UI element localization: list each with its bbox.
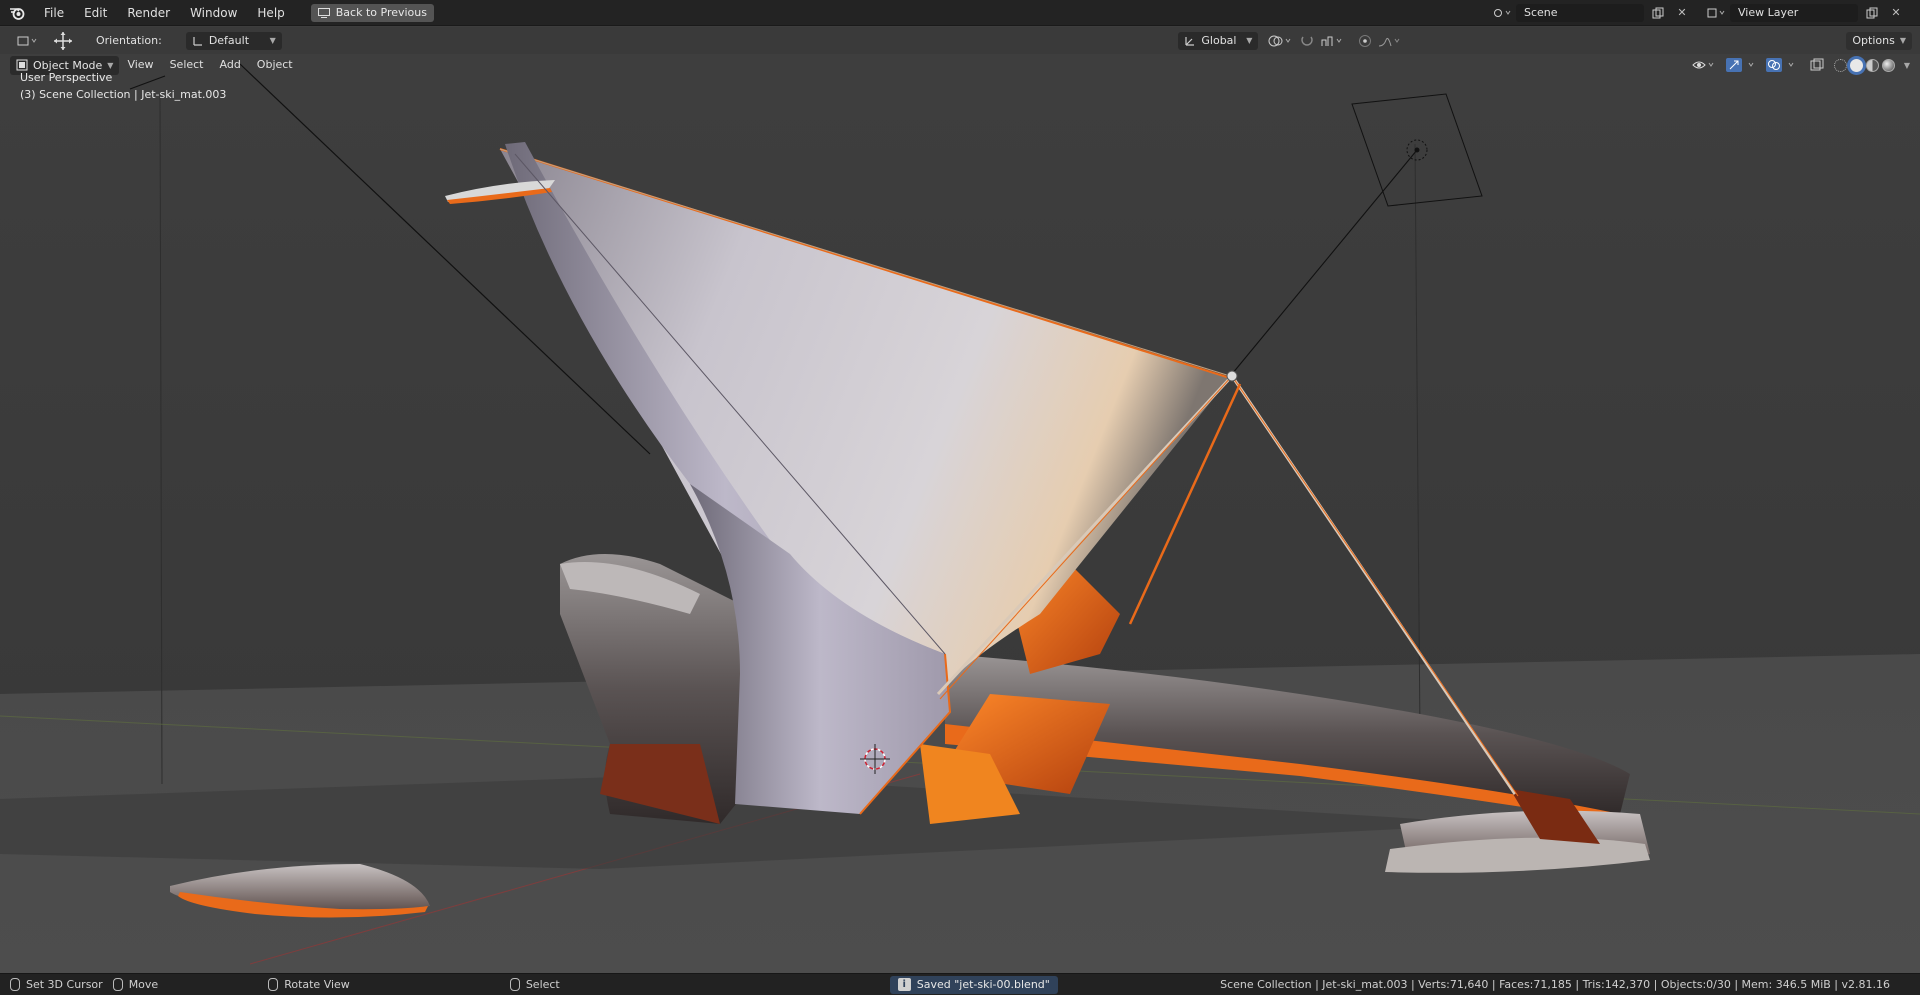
transform-orientation-dropdown[interactable]: Global ▼: [1178, 31, 1259, 50]
snap-element-icon[interactable]: [1318, 31, 1348, 51]
move-tool-icon[interactable]: [48, 31, 78, 51]
orientation-dropdown[interactable]: Default ▼: [185, 31, 282, 50]
transform-space-value: Global: [1201, 34, 1237, 47]
scene-name-field[interactable]: Scene: [1516, 3, 1644, 22]
chevron-down-icon: ▼: [107, 60, 114, 70]
solid-shading-icon[interactable]: [1849, 58, 1863, 72]
xray-toggle-icon[interactable]: [1806, 55, 1828, 75]
status-bar: Set 3D Cursor Move Rotate View Select i …: [0, 973, 1920, 995]
visibility-icon[interactable]: [1690, 55, 1718, 75]
screen-icon: [317, 7, 330, 18]
chevron-down-icon: ▼: [1246, 36, 1253, 45]
blender-logo-icon[interactable]: [0, 0, 34, 26]
material-shading-icon[interactable]: [1865, 58, 1879, 72]
menu-render[interactable]: Render: [117, 0, 180, 26]
viewport-menu-select[interactable]: Select: [162, 54, 212, 76]
mouse-middle-icon: [268, 978, 279, 991]
proportional-edit-icon[interactable]: [1354, 31, 1376, 51]
scene-statistics: Scene Collection | Jet-ski_mat.003 | Ver…: [1220, 978, 1890, 991]
wireframe-shading-icon[interactable]: [1833, 58, 1847, 72]
orientation-value: Default: [208, 34, 250, 47]
view-layer-selector: View Layer ✕: [1706, 3, 1906, 22]
mouse-right-icon: [509, 978, 520, 991]
mouse-drag-icon: [112, 978, 123, 991]
shading-mode-group: ▼: [1833, 58, 1910, 72]
menu-file[interactable]: File: [34, 0, 74, 26]
axis-icon: [193, 36, 202, 46]
tool-settings-bar: Orientation: Default ▼ Global ▼ Options …: [0, 27, 1920, 54]
viewport-menu-object[interactable]: Object: [249, 54, 301, 76]
view-layer-copy-icon[interactable]: [1862, 4, 1882, 22]
saved-message: Saved "jet-ski-00.blend": [916, 978, 1050, 991]
scene-close-icon[interactable]: ✕: [1672, 4, 1692, 22]
viewport-canvas[interactable]: [0, 54, 1920, 973]
editor-type-icon[interactable]: [8, 31, 48, 51]
overlays-toggle-icon[interactable]: [1764, 55, 1800, 75]
gizmo-toggle-icon[interactable]: [1724, 55, 1760, 75]
top-bar: File Edit Render Window Help Back to Pre…: [0, 0, 1920, 26]
status-select: Select: [500, 978, 560, 991]
rendered-shading-icon[interactable]: [1881, 58, 1895, 72]
options-dropdown[interactable]: Options ▼: [1846, 31, 1912, 50]
status-move: Move: [103, 978, 159, 991]
status-rotate-label: Rotate View: [284, 978, 350, 991]
orientation-label: Orientation:: [96, 34, 162, 47]
object-mode-icon: [16, 59, 28, 71]
viewport-menu-add[interactable]: Add: [212, 54, 249, 76]
menu-window[interactable]: Window: [180, 0, 247, 26]
scene-selector: Scene ✕: [1492, 3, 1692, 22]
global-axis-icon: [1185, 36, 1195, 46]
status-rotate: Rotate View: [258, 978, 350, 991]
back-to-previous-label: Back to Previous: [335, 6, 427, 19]
chevron-down-icon: ▼: [269, 36, 276, 45]
3d-viewport[interactable]: Object Mode ▼ View Select Add Object ▼ U…: [0, 54, 1920, 973]
active-collection-label: (3) Scene Collection | Jet-ski_mat.003: [20, 88, 227, 101]
status-set-cursor: Set 3D Cursor: [0, 978, 103, 991]
viewport-header: Object Mode ▼ View Select Add Object ▼: [0, 54, 1920, 76]
view-layer-close-icon[interactable]: ✕: [1886, 4, 1906, 22]
mouse-left-icon: [10, 978, 20, 991]
snap-toggle-icon[interactable]: [1296, 31, 1318, 51]
object-mode-label: Object Mode: [33, 58, 103, 72]
saved-notification[interactable]: i Saved "jet-ski-00.blend": [889, 975, 1058, 994]
falloff-icon[interactable]: [1376, 31, 1406, 51]
menu-edit[interactable]: Edit: [74, 0, 117, 26]
shading-options-chevron-icon[interactable]: ▼: [1904, 61, 1910, 70]
view-layer-name-field[interactable]: View Layer: [1730, 3, 1858, 22]
view-perspective-label: User Perspective: [20, 71, 113, 84]
status-select-label: Select: [525, 978, 560, 991]
options-label: Options: [1852, 34, 1895, 47]
status-move-label: Move: [128, 978, 159, 991]
scene-copy-icon[interactable]: [1648, 4, 1668, 22]
viewport-menu-view[interactable]: View: [119, 54, 161, 76]
chevron-down-icon: ▼: [1899, 36, 1906, 45]
status-set-cursor-label: Set 3D Cursor: [26, 978, 103, 991]
pivot-point-icon[interactable]: [1264, 31, 1296, 51]
view-layer-browse-icon[interactable]: [1706, 4, 1726, 22]
scene-browse-icon[interactable]: [1492, 4, 1512, 22]
menu-help[interactable]: Help: [247, 0, 294, 26]
back-to-previous-button[interactable]: Back to Previous: [310, 3, 434, 22]
info-icon: i: [897, 978, 911, 991]
